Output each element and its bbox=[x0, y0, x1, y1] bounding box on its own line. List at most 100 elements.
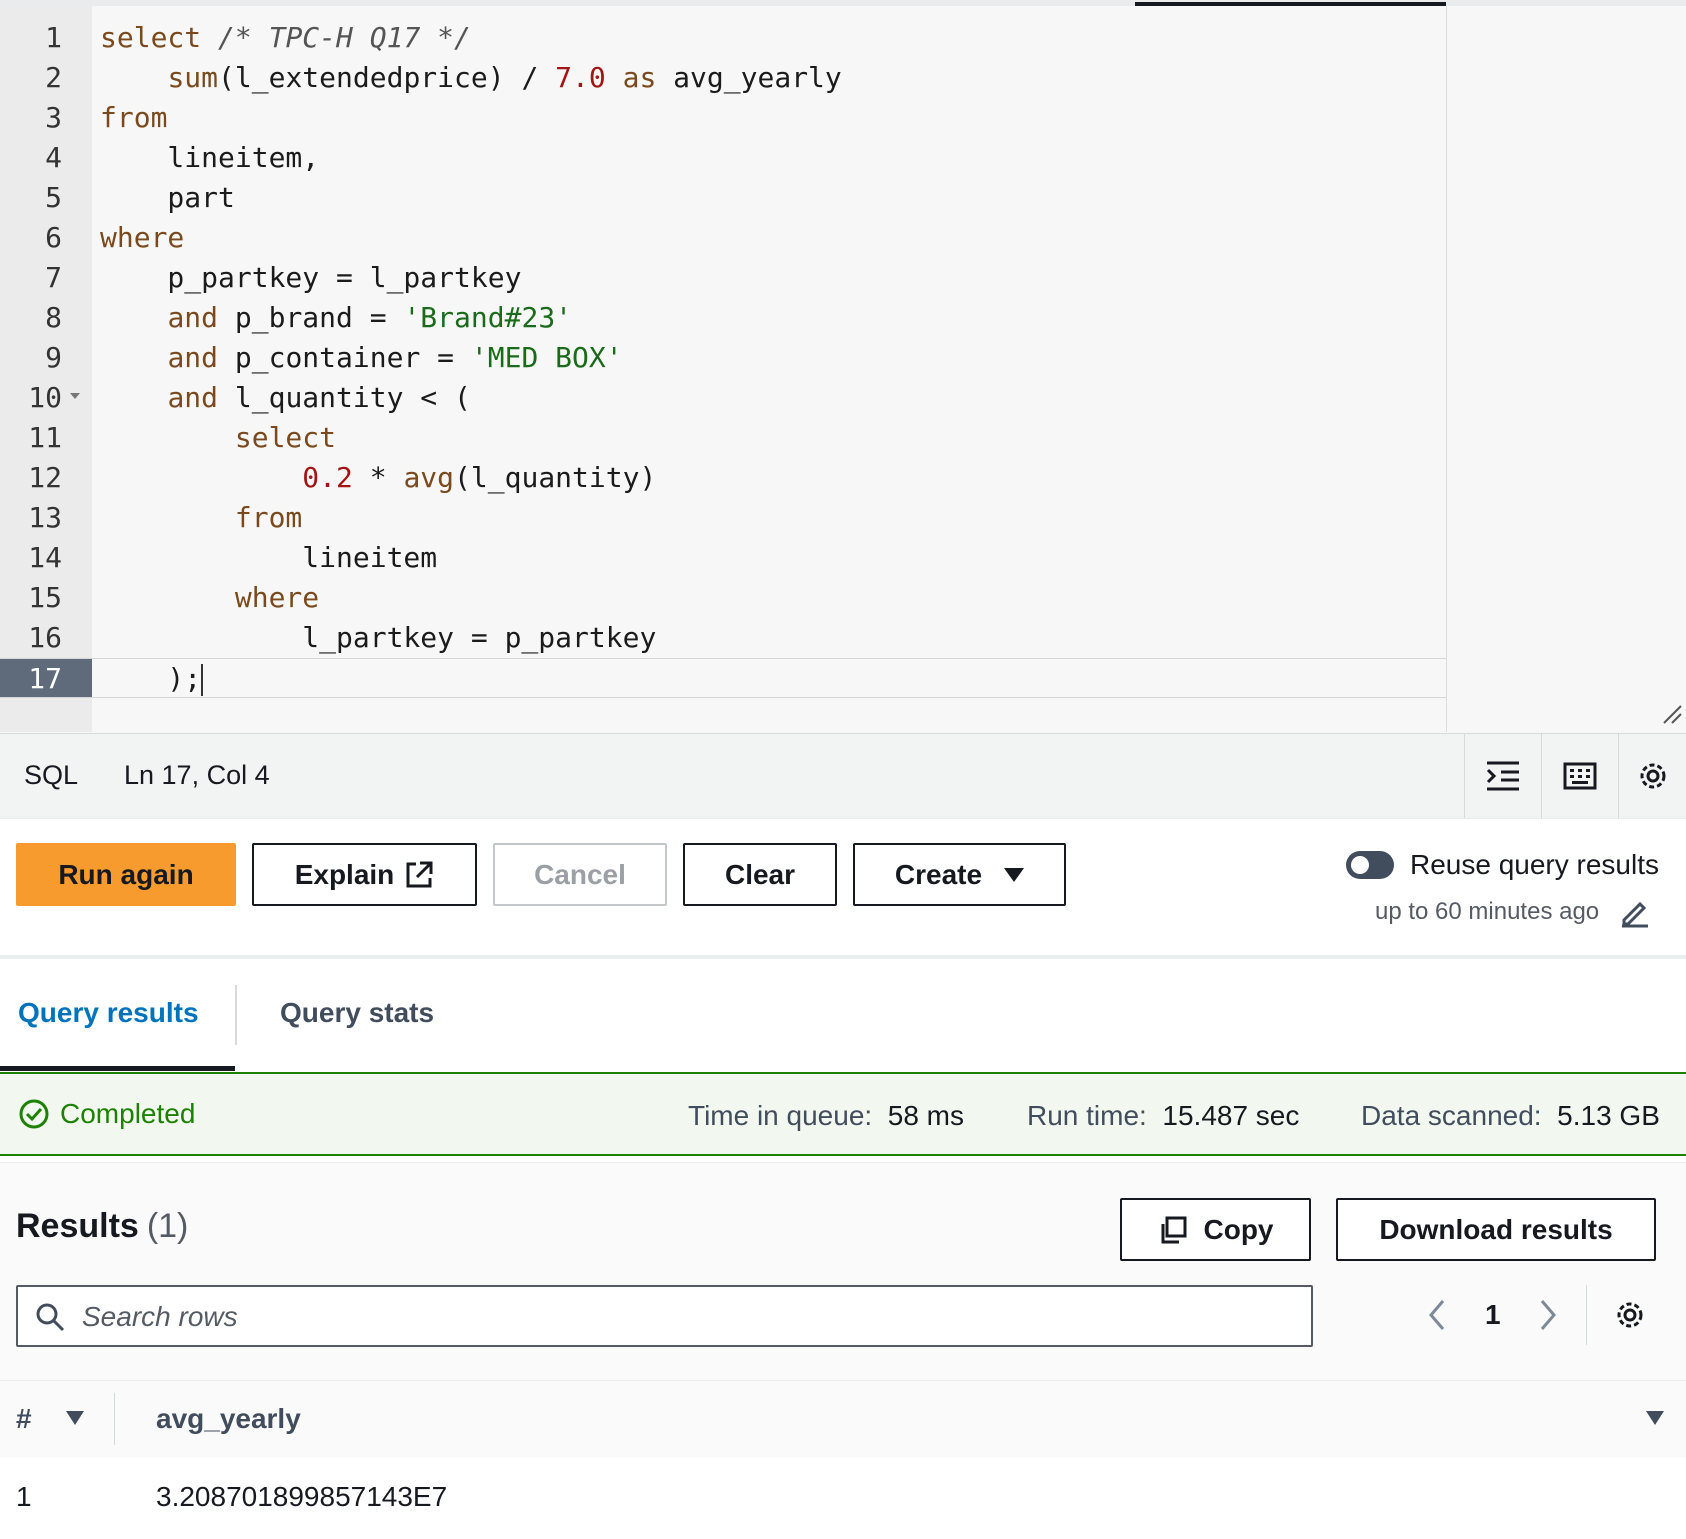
keyboard-icon bbox=[1563, 762, 1597, 790]
code-line[interactable]: 11 select bbox=[0, 418, 1446, 458]
code-token: 'MED BOX' bbox=[470, 341, 623, 374]
pager-separator bbox=[1586, 1285, 1587, 1345]
copy-button[interactable]: Copy bbox=[1120, 1198, 1311, 1261]
code-line[interactable]: 3 from bbox=[0, 98, 1446, 138]
sort-index-icon[interactable] bbox=[66, 1411, 84, 1425]
code-token: sum bbox=[167, 61, 219, 94]
time-in-queue-label: Time in queue: bbox=[688, 1100, 873, 1131]
code-line[interactable]: 2 sum(l_extendedprice) / 7.0 as avg_year… bbox=[0, 58, 1446, 98]
tab-query-stats[interactable]: Query stats bbox=[280, 997, 434, 1029]
line-number: 3 bbox=[45, 101, 62, 134]
code-token: l_partkey = p_partkey bbox=[100, 621, 657, 654]
explain-button[interactable]: Explain bbox=[252, 843, 477, 906]
caret-down-icon bbox=[1004, 867, 1025, 882]
line-content: part bbox=[100, 178, 235, 218]
text-cursor bbox=[201, 664, 204, 696]
code-token: from bbox=[234, 501, 303, 534]
line-number: 17 bbox=[28, 662, 62, 695]
code-token: /* TPC-H Q17 */ bbox=[218, 21, 471, 54]
sql-editor[interactable]: 1 select /* TPC-H Q17 */2 sum(l_extendedp… bbox=[0, 0, 1686, 734]
active-tab-underline bbox=[0, 1066, 235, 1071]
code-line[interactable]: 5 part bbox=[0, 178, 1446, 218]
data-scanned: Data scanned: 5.13 GB bbox=[1361, 1100, 1660, 1132]
table-settings-icon[interactable] bbox=[1613, 1298, 1647, 1332]
line-content: from bbox=[100, 498, 302, 538]
line-content: and l_quantity < ( bbox=[100, 378, 471, 418]
table-row: 1 3.208701899857143E7 bbox=[0, 1457, 1686, 1539]
code-line[interactable]: 15 where bbox=[0, 578, 1446, 618]
clear-button[interactable]: Clear bbox=[683, 843, 837, 906]
code-token: and bbox=[167, 341, 219, 374]
column-header-index: # bbox=[16, 1403, 32, 1434]
editor-settings-button[interactable] bbox=[1618, 734, 1686, 818]
download-results-button[interactable]: Download results bbox=[1336, 1198, 1656, 1261]
line-content: from bbox=[100, 98, 167, 138]
run-again-button[interactable]: Run again bbox=[16, 843, 236, 906]
line-number: 9 bbox=[45, 341, 62, 374]
data-scanned-label: Data scanned: bbox=[1361, 1100, 1542, 1131]
resize-handle-icon[interactable] bbox=[1662, 704, 1682, 724]
line-content: l_partkey = p_partkey bbox=[100, 618, 656, 658]
run-time-label: Run time: bbox=[1027, 1100, 1147, 1131]
code-token: 0.2 bbox=[302, 461, 353, 494]
code-line[interactable]: 14 lineitem bbox=[0, 538, 1446, 578]
code-line[interactable]: 9 and p_container = 'MED BOX' bbox=[0, 338, 1446, 378]
cancel-button[interactable]: Cancel bbox=[493, 843, 667, 906]
reuse-results-toggle[interactable] bbox=[1346, 851, 1394, 879]
code-line[interactable]: 1 select /* TPC-H Q17 */ bbox=[0, 18, 1446, 58]
edit-pencil-icon[interactable] bbox=[1618, 896, 1650, 928]
fold-caret-icon[interactable] bbox=[70, 393, 80, 399]
code-token: 7.0 bbox=[555, 61, 606, 94]
code-line[interactable]: 7 p_partkey = l_partkey bbox=[0, 258, 1446, 298]
line-number: 15 bbox=[28, 581, 62, 614]
code-line[interactable]: 12 0.2 * avg(l_quantity) bbox=[0, 458, 1446, 498]
code-token: where bbox=[234, 581, 320, 614]
code-token: select bbox=[234, 421, 337, 454]
code-token: as bbox=[622, 61, 657, 94]
indent-icon bbox=[1486, 761, 1519, 791]
keyboard-shortcuts-button[interactable] bbox=[1541, 734, 1618, 818]
toggle-knob bbox=[1351, 856, 1369, 874]
language-label: SQL bbox=[24, 760, 79, 790]
code-line[interactable]: 6 where bbox=[0, 218, 1446, 258]
line-number: 4 bbox=[45, 141, 62, 174]
next-page-icon[interactable] bbox=[1536, 1297, 1560, 1333]
code-line[interactable]: 16 l_partkey = p_partkey bbox=[0, 618, 1446, 658]
code-token: * bbox=[352, 461, 404, 494]
current-page[interactable]: 1 bbox=[1485, 1299, 1501, 1331]
editor-right-divider bbox=[1446, 6, 1447, 732]
code-token: l_quantity < ( bbox=[218, 381, 471, 414]
tab-separator bbox=[235, 985, 237, 1045]
code-token: (l_extendedprice) / bbox=[218, 61, 556, 94]
create-button[interactable]: Create bbox=[853, 843, 1066, 906]
time-in-queue: Time in queue: 58 ms bbox=[688, 1100, 964, 1132]
search-rows-input[interactable]: Search rows bbox=[16, 1285, 1313, 1347]
code-line[interactable]: 4 lineitem, bbox=[0, 138, 1446, 178]
previous-page-icon[interactable] bbox=[1425, 1297, 1449, 1333]
code-line[interactable]: 10 and l_quantity < ( bbox=[0, 378, 1446, 418]
code-token: 'Brand#23' bbox=[403, 301, 573, 334]
tab-query-results[interactable]: Query results bbox=[18, 997, 199, 1029]
explain-label: Explain bbox=[294, 858, 395, 890]
code-token: p_container = bbox=[218, 341, 471, 374]
completed-label: Completed bbox=[60, 1098, 196, 1129]
line-number: 16 bbox=[28, 621, 62, 654]
code-token: part bbox=[100, 181, 235, 214]
code-line[interactable]: 13 from bbox=[0, 498, 1446, 538]
results-title: Results bbox=[16, 1207, 139, 1245]
code-line[interactable]: 8 and p_brand = 'Brand#23' bbox=[0, 298, 1446, 338]
external-link-icon bbox=[406, 861, 433, 887]
line-number: 11 bbox=[28, 421, 62, 454]
check-circle-icon bbox=[19, 1099, 49, 1129]
code-token: and bbox=[167, 381, 219, 414]
sort-avg-yearly-icon[interactable] bbox=[1646, 1411, 1664, 1425]
results-count: (1) bbox=[146, 1207, 189, 1245]
active-tab-indicator bbox=[1135, 2, 1446, 6]
data-scanned-value: 5.13 GB bbox=[1557, 1100, 1660, 1131]
code-line-active[interactable]: 17 ); bbox=[0, 658, 1446, 698]
format-button[interactable] bbox=[1464, 734, 1541, 818]
